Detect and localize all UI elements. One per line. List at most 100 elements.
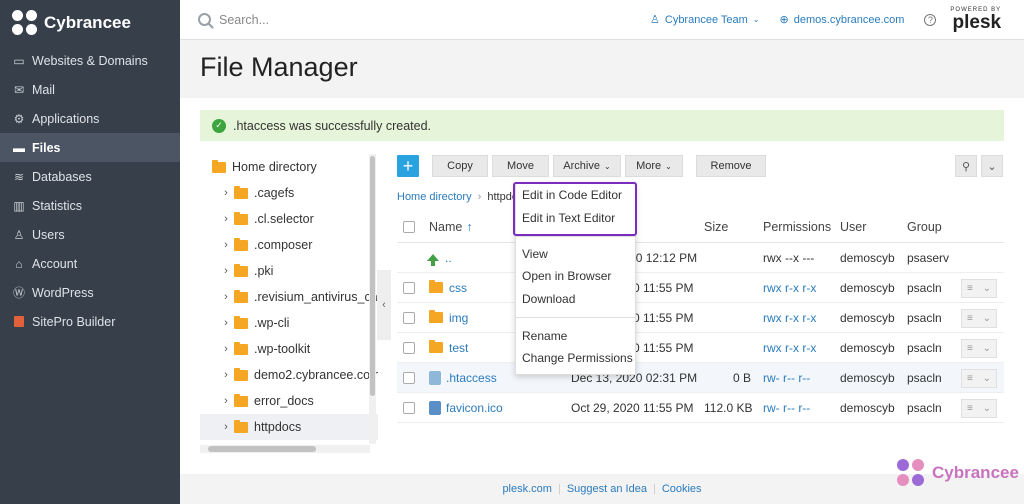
chevron-right-icon[interactable]: ›: [218, 343, 234, 355]
sidebar-item-mail[interactable]: ✉ Mail: [0, 75, 180, 104]
row-actions-menu[interactable]: ≡ ⌄: [961, 279, 997, 298]
permissions-link[interactable]: rwx r-x r-x: [763, 303, 816, 332]
chevron-right-icon[interactable]: ›: [218, 421, 234, 433]
sidebar-item-wordpress[interactable]: Ⓦ WordPress: [0, 278, 180, 307]
sidebar-item-databases[interactable]: ≋ Databases: [0, 162, 180, 191]
menu-item-view[interactable]: View: [522, 247, 548, 261]
menu-item-open-in-browser[interactable]: Open in Browser: [522, 269, 611, 283]
chevron-right-icon[interactable]: ›: [218, 369, 234, 381]
search-input[interactable]: Search...: [180, 13, 650, 27]
table-row[interactable]: css Oct 29, 2020 11:55 PM rwx r-x r-x de…: [397, 273, 1004, 303]
tree-item[interactable]: › error_docs: [200, 388, 378, 414]
tree-item[interactable]: › demo2.cybrancee.com: [200, 362, 378, 388]
header-name[interactable]: Name ↑: [429, 212, 473, 242]
permissions-link[interactable]: rw- r-- r--: [763, 363, 810, 392]
scrollbar-thumb[interactable]: [208, 446, 316, 452]
tree-item[interactable]: › .revisium_antivirus_ca: [200, 284, 378, 310]
tree-collapse-toggle[interactable]: ‹: [377, 270, 391, 340]
row-actions-menu[interactable]: ≡ ⌄: [961, 309, 997, 328]
archive-button[interactable]: Archive ⌄: [553, 155, 621, 177]
menu-item-change-permissions[interactable]: Change Permissions: [522, 351, 633, 365]
add-button[interactable]: +: [397, 155, 419, 177]
menu-item-rename[interactable]: Rename: [522, 329, 567, 343]
tree-item-selected[interactable]: › httpdocs: [200, 414, 378, 440]
sidebar-item-statistics[interactable]: ▥ Statistics: [0, 191, 180, 220]
table-row[interactable]: favicon.ico Oct 29, 2020 11:55 PM 112.0 …: [397, 393, 1004, 423]
menu-item-download[interactable]: Download: [522, 292, 575, 306]
permissions-link[interactable]: rwx r-x r-x: [763, 273, 816, 302]
chevron-right-icon[interactable]: ›: [218, 187, 234, 199]
tree-item[interactable]: › .wp-toolkit: [200, 336, 378, 362]
sidebar-item-account[interactable]: ⌂ Account: [0, 249, 180, 278]
options-dropdown-button[interactable]: ⌄: [981, 155, 1003, 177]
search-files-button[interactable]: ⚲: [955, 155, 977, 177]
tree-item[interactable]: › .cl.selector: [200, 206, 378, 232]
header-group[interactable]: Group: [907, 212, 942, 242]
tree-vertical-scrollbar[interactable]: [369, 154, 376, 444]
sidebar-item-applications[interactable]: ⚙ Applications: [0, 104, 180, 133]
footer-link-suggest[interactable]: Suggest an Idea: [561, 483, 653, 495]
more-button[interactable]: More ⌄: [625, 155, 683, 177]
header-user[interactable]: User: [840, 212, 866, 242]
file-name[interactable]: favicon.ico: [446, 401, 503, 415]
chevron-right-icon[interactable]: ›: [218, 265, 234, 277]
name-cell[interactable]: .htaccess: [429, 363, 497, 392]
table-row[interactable]: .. Dec 10, 2020 12:12 PM rwx --x --- dem…: [397, 243, 1004, 273]
select-all-checkbox[interactable]: [403, 221, 415, 233]
tree-horizontal-scrollbar[interactable]: [200, 445, 370, 453]
file-name[interactable]: css: [449, 281, 467, 295]
menu-item-edit-text-editor[interactable]: Edit in Text Editor: [522, 211, 615, 225]
sidebar-item-files[interactable]: ▬ Files: [0, 133, 180, 162]
row-checkbox[interactable]: [403, 371, 415, 384]
chevron-right-icon[interactable]: ›: [218, 239, 234, 251]
table-row[interactable]: test Oct 29, 2020 11:55 PM rwx r-x r-x d…: [397, 333, 1004, 363]
domain-link[interactable]: ⊕ demos.cybrancee.com: [780, 13, 905, 27]
row-actions-menu[interactable]: ≡ ⌄: [961, 339, 997, 358]
tree-item[interactable]: › .pki: [200, 258, 378, 284]
table-row[interactable]: img Oct 29, 2020 11:55 PM rwx r-x r-x de…: [397, 303, 1004, 333]
file-name[interactable]: img: [449, 311, 468, 325]
header-size[interactable]: Size: [704, 212, 728, 242]
row-checkbox[interactable]: [403, 281, 415, 294]
row-actions-menu[interactable]: ≡ ⌄: [961, 399, 997, 418]
help-icon[interactable]: ?: [924, 13, 937, 26]
file-name[interactable]: .htaccess: [446, 371, 497, 385]
name-cell[interactable]: css: [429, 273, 467, 302]
row-checkbox[interactable]: [403, 311, 415, 324]
chevron-right-icon[interactable]: ›: [218, 213, 234, 225]
plesk-logo[interactable]: POWERED BY plesk: [950, 7, 1001, 32]
tree-item[interactable]: › .wp-cli: [200, 310, 378, 336]
remove-button[interactable]: Remove: [696, 155, 766, 177]
move-button[interactable]: Move: [492, 155, 549, 177]
chevron-right-icon[interactable]: ›: [218, 317, 234, 329]
footer-link-plesk[interactable]: plesk.com: [496, 483, 558, 495]
chevron-right-icon[interactable]: ›: [218, 395, 234, 407]
sidebar-item-websites-domains[interactable]: ▭ Websites & Domains: [0, 46, 180, 75]
name-cell[interactable]: img: [429, 303, 468, 332]
scrollbar-thumb[interactable]: [370, 156, 375, 396]
table-row-highlighted[interactable]: .htaccess Dec 13, 2020 02:31 PM 0 B rw- …: [397, 363, 1004, 393]
tree-item-home[interactable]: Home directory: [200, 154, 378, 180]
tree-item[interactable]: › .cagefs: [200, 180, 378, 206]
copy-button[interactable]: Copy: [432, 155, 488, 177]
row-checkbox[interactable]: [403, 401, 415, 414]
footer-link-cookies[interactable]: Cookies: [656, 483, 708, 495]
file-name[interactable]: ..: [445, 251, 452, 265]
name-cell[interactable]: favicon.ico: [429, 393, 503, 422]
row-checkbox[interactable]: [403, 341, 415, 354]
chevron-right-icon[interactable]: ›: [218, 291, 234, 303]
menu-item-edit-code-editor[interactable]: Edit in Code Editor: [522, 188, 622, 202]
permissions-link[interactable]: rwx r-x r-x: [763, 333, 816, 362]
file-name[interactable]: test: [449, 341, 468, 355]
breadcrumb-home[interactable]: Home directory: [397, 191, 472, 203]
name-cell[interactable]: test: [429, 333, 468, 362]
permissions-link[interactable]: rw- r-- r--: [763, 393, 810, 422]
row-actions-menu[interactable]: ≡ ⌄: [961, 369, 997, 388]
header-permissions[interactable]: Permissions: [763, 212, 831, 242]
parent-dir-cell[interactable]: ..: [427, 243, 452, 272]
sidebar-item-users[interactable]: ♙ Users: [0, 220, 180, 249]
tree-item[interactable]: › .composer: [200, 232, 378, 258]
team-selector[interactable]: ♙ Cybrancee Team ⌄: [650, 13, 760, 27]
sidebar-item-sitepro-builder[interactable]: SitePro Builder: [0, 307, 180, 336]
brand[interactable]: Cybrancee: [0, 0, 180, 46]
